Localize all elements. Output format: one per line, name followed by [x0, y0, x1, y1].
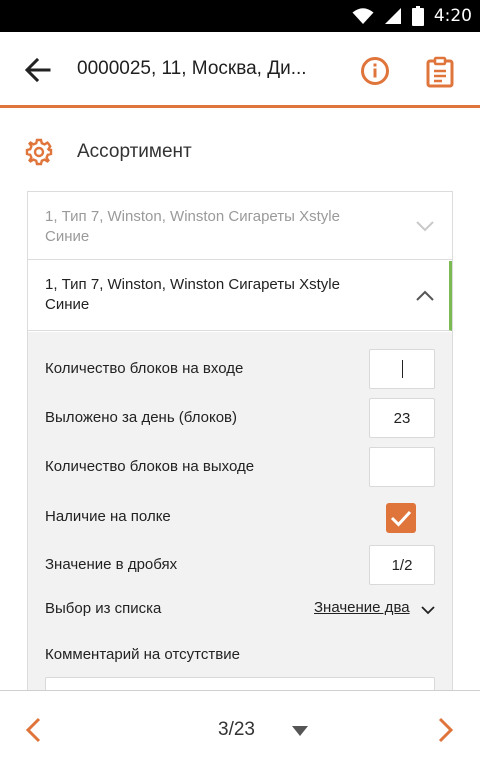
fraction-input[interactable]: 1/2	[369, 545, 435, 585]
status-icons: 4:20	[352, 0, 472, 32]
item-form: Количество блоков на входе Выложено за д…	[28, 332, 452, 717]
caret-down-icon[interactable]	[292, 726, 308, 736]
blocks-in-row: Количество блоков на входе	[28, 349, 452, 389]
chevron-down-icon[interactable]	[416, 220, 434, 232]
gear-icon	[25, 138, 53, 166]
blocks-out-input[interactable]	[369, 447, 435, 487]
on-shelf-checkbox[interactable]	[386, 503, 416, 533]
laid-out-value: 23	[393, 409, 411, 427]
section-title: Ассортимент	[77, 141, 192, 162]
fraction-value: 1/2	[391, 556, 413, 574]
blocks-in-input[interactable]	[369, 349, 435, 389]
comment-label: Комментарий на отсутствие	[45, 646, 240, 663]
chevron-left-icon[interactable]	[23, 717, 43, 743]
list-item[interactable]: 1, Тип 7, Winston, Winston Сигареты Xsty…	[28, 192, 452, 260]
list-select[interactable]: Значение два	[314, 599, 410, 616]
chevron-up-icon[interactable]	[416, 290, 434, 302]
laid-out-input[interactable]: 23	[369, 398, 435, 438]
clipboard-icon[interactable]	[425, 56, 455, 88]
fraction-label: Значение в дробях	[45, 556, 178, 573]
back-arrow-icon[interactable]	[22, 54, 54, 86]
chevron-down-icon[interactable]	[421, 605, 435, 615]
page-indicator[interactable]: 3/23	[218, 719, 255, 741]
status-bar: 4:20	[0, 0, 480, 32]
blocks-in-label: Количество блоков на входе	[45, 360, 244, 377]
item-label: 1, Тип 7, Winston, Winston Сигареты Xsty…	[45, 208, 340, 245]
blocks-out-row: Количество блоков на выходе	[28, 447, 452, 487]
page-title: 0000025, 11, Москва, Ди...	[77, 58, 307, 79]
fraction-row: Значение в дробях 1/2	[28, 545, 452, 585]
battery-icon	[411, 6, 424, 26]
checkmark-icon	[390, 510, 412, 527]
wifi-icon	[352, 8, 374, 24]
info-icon[interactable]	[360, 56, 390, 86]
laid-out-label: Выложено за день (блоков)	[45, 409, 238, 426]
chevron-right-icon[interactable]	[436, 717, 456, 743]
assortment-card: 1, Тип 7, Winston, Winston Сигареты Xsty…	[27, 191, 453, 717]
signal-icon	[384, 8, 401, 24]
on-shelf-label: Наличие на полке	[45, 508, 171, 525]
section-header: Ассортимент	[0, 128, 480, 176]
laid-out-row: Выложено за день (блоков) 23	[28, 398, 452, 438]
item-label: 1, Тип 7, Winston, Winston Сигареты Xsty…	[45, 276, 340, 313]
select-row: Выбор из списка Значение два	[28, 589, 452, 629]
text-cursor	[401, 360, 403, 378]
bottom-pager-bar: 3/23	[0, 690, 480, 768]
app-bar: 0000025, 11, Москва, Ди...	[0, 32, 480, 108]
comment-row: Комментарий на отсутствие	[28, 635, 452, 675]
status-time: 4:20	[433, 6, 472, 26]
on-shelf-row: Наличие на полке	[28, 497, 452, 537]
list-item-expanded[interactable]: 1, Тип 7, Winston, Winston Сигареты Xsty…	[28, 261, 452, 331]
blocks-out-label: Количество блоков на выходе	[45, 458, 255, 475]
select-label: Выбор из списка	[45, 600, 162, 617]
